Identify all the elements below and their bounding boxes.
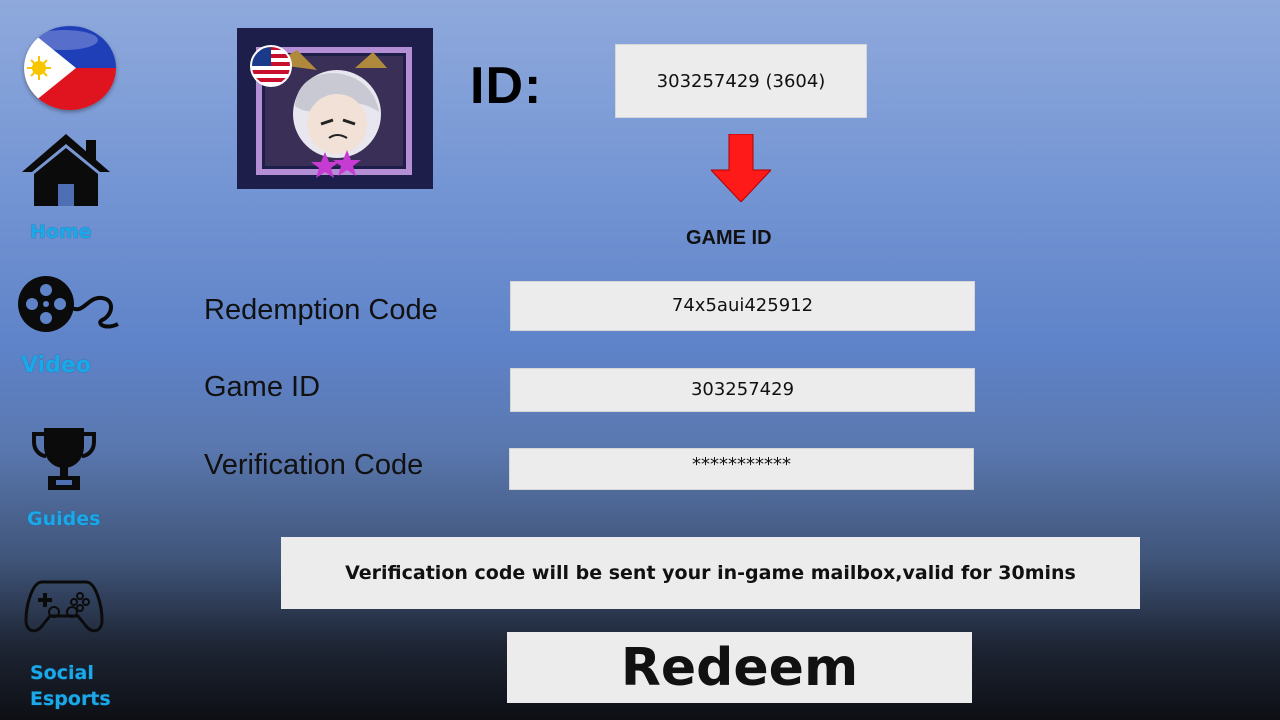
- redemption-code-field[interactable]: 74x5aui425912: [510, 281, 975, 331]
- sidebar-item-label: Social: [30, 662, 94, 684]
- home-icon[interactable]: [20, 132, 112, 208]
- game-id-label: Game ID: [204, 371, 321, 403]
- id-title: ID:: [470, 57, 543, 115]
- hero-avatar-icon: [237, 28, 433, 189]
- usa-flag-icon: [250, 45, 292, 87]
- sidebar-item-video[interactable]: Video: [21, 353, 91, 378]
- game-id-field[interactable]: 303257429: [510, 368, 975, 412]
- verification-notice: Verification code will be sent your in-g…: [281, 537, 1140, 609]
- philippines-flag-icon[interactable]: [24, 26, 116, 110]
- gamepad-icon[interactable]: [24, 576, 104, 636]
- red-down-arrow-icon: [709, 133, 773, 207]
- sidebar-item-label: Esports: [30, 688, 111, 710]
- sidebar-item-social-esports[interactable]: Social Esports: [30, 660, 111, 712]
- trophy-icon[interactable]: [28, 424, 100, 492]
- game-id-caption: GAME ID: [686, 227, 772, 249]
- verification-code-label: Verification Code: [204, 449, 424, 481]
- sidebar-item-home[interactable]: Home: [30, 221, 92, 243]
- sidebar-item-guides[interactable]: Guides: [27, 508, 100, 530]
- redemption-code-label: Redemption Code: [204, 294, 438, 326]
- film-reel-icon[interactable]: [12, 276, 122, 334]
- redeem-button[interactable]: Redeem: [507, 632, 972, 703]
- player-id-display: 303257429 (3604): [615, 44, 867, 118]
- verification-code-field[interactable]: ***********: [509, 448, 974, 490]
